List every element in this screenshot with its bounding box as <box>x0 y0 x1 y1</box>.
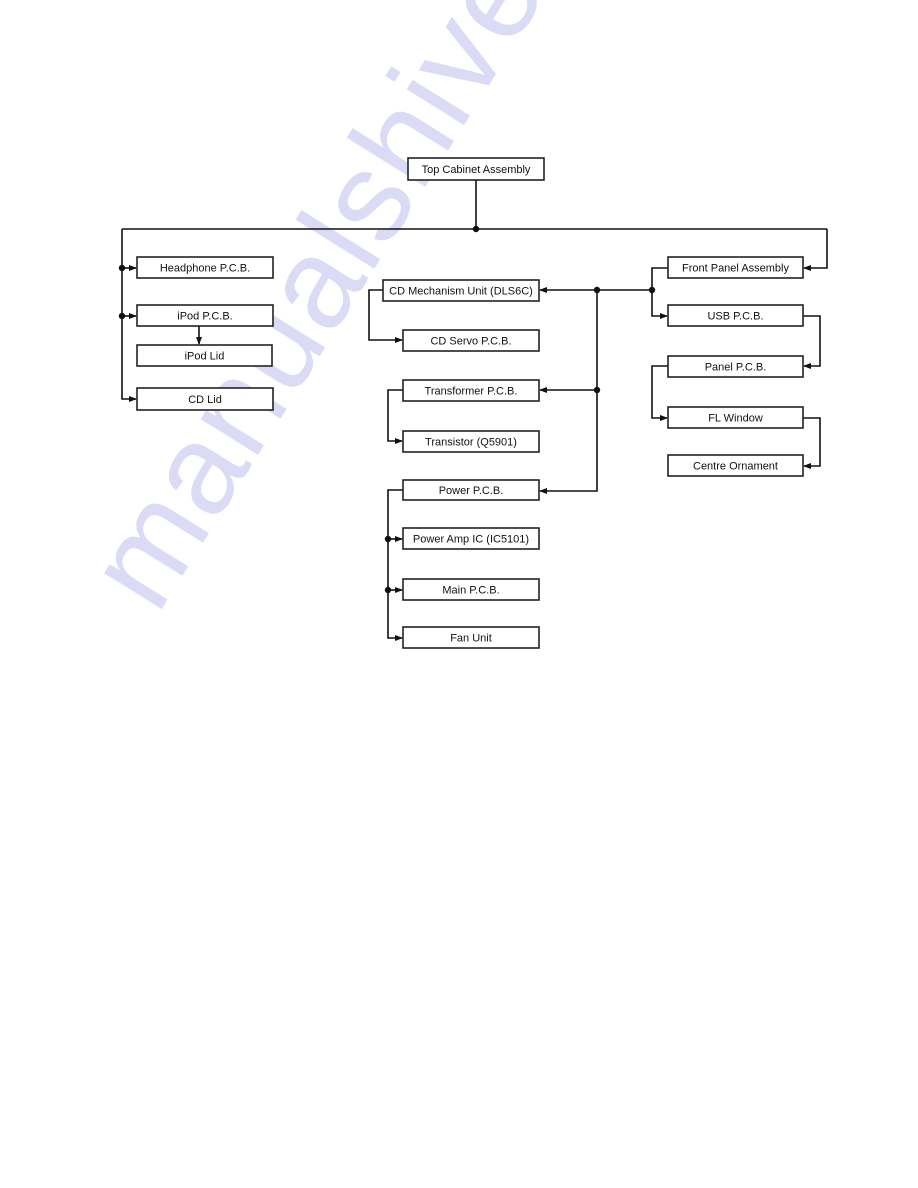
box-label: Transformer P.C.B. <box>425 386 518 398</box>
box-label: CD Mechanism Unit (DLS6C) <box>389 286 533 298</box>
box-centre-ornament: Centre Ornament <box>667 454 804 477</box>
connector-panel-to-fl-window <box>651 365 668 421</box>
box-ipod-lid: iPod Lid <box>136 344 273 367</box>
box-label: Fan Unit <box>450 633 492 645</box>
box-label: Front Panel Assembly <box>682 263 789 275</box>
box-fl-window: FL Window <box>667 406 804 429</box>
box-top-cabinet: Top Cabinet Assembly <box>407 157 545 181</box>
box-panel-pcb: Panel P.C.B. <box>667 355 804 378</box>
junction-dot <box>593 286 601 294</box>
box-label: Centre Ornament <box>693 461 778 473</box>
box-cd-servo: CD Servo P.C.B. <box>402 329 540 352</box>
boxes: Top Cabinet Assembly Headphone P.C.B. iPod… <box>136 157 804 649</box>
box-label: Power P.C.B. <box>439 485 504 497</box>
box-label: Headphone P.C.B. <box>160 263 250 275</box>
box-headphone-pcb: Headphone P.C.B. <box>136 256 274 279</box>
box-label: FL Window <box>708 413 763 425</box>
box-label: iPod P.C.B. <box>177 311 232 323</box>
box-power-pcb: Power P.C.B. <box>402 479 540 501</box>
box-label: Top Cabinet Assembly <box>422 164 531 176</box>
connector-power-to-fan <box>387 489 403 641</box>
box-cd-mech: CD Mechanism Unit (DLS6C) <box>382 279 540 302</box>
box-ipod-pcb: iPod P.C.B. <box>136 304 274 327</box>
junction-dot <box>593 386 601 394</box>
junction-dot <box>384 535 392 543</box>
box-usb-pcb: USB P.C.B. <box>667 304 804 327</box>
junction-dot <box>118 264 126 272</box>
junction-dot <box>384 586 392 594</box>
box-label: Main P.C.B. <box>442 585 499 597</box>
disassembly-flow-diagram: Top Cabinet Assembly Headphone P.C.B. iPod… <box>118 157 828 649</box>
connector-to-front-panel <box>803 229 828 271</box>
box-label: Power Amp IC (IC5101) <box>413 534 529 546</box>
box-main-pcb: Main P.C.B. <box>402 578 540 601</box>
box-label: Transistor (Q5901) <box>425 437 517 449</box>
box-label: CD Lid <box>188 394 222 406</box>
box-label: CD Servo P.C.B. <box>430 336 511 348</box>
box-label: USB P.C.B. <box>707 311 763 323</box>
box-cd-lid: CD Lid <box>136 387 274 411</box>
connector-fl-window-to-ornament <box>803 417 821 469</box>
junction-dot <box>648 286 656 294</box>
box-fan-unit: Fan Unit <box>402 626 540 649</box>
junction-dot <box>118 312 126 320</box>
connector-usb-to-panel <box>803 315 821 369</box>
box-front-panel: Front Panel Assembly <box>667 256 804 279</box>
box-transistor: Transistor (Q5901) <box>402 430 540 453</box>
box-label: Panel P.C.B. <box>705 362 767 374</box>
box-label: iPod Lid <box>185 351 225 363</box>
box-transformer-pcb: Transformer P.C.B. <box>402 379 540 402</box>
connector-transformer-to-transistor <box>387 389 403 444</box>
junction-dot <box>472 225 480 233</box>
box-power-amp-ic: Power Amp IC (IC5101) <box>402 527 540 550</box>
